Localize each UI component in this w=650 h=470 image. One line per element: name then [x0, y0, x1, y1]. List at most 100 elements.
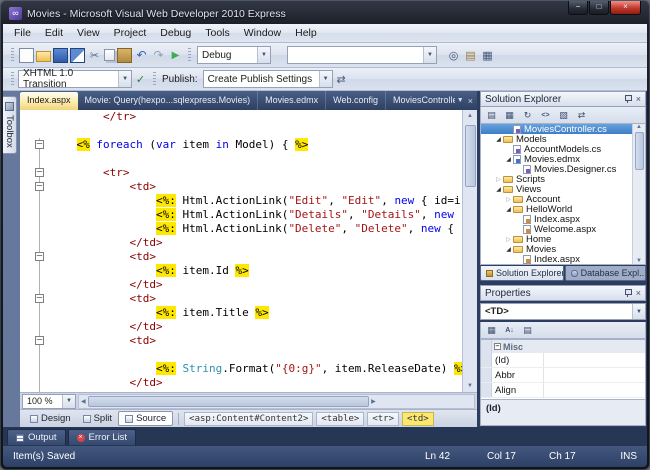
- show-all-files-icon[interactable]: [501, 108, 518, 122]
- refresh-icon[interactable]: [519, 108, 536, 122]
- code-line[interactable]: – <td>: [20, 250, 462, 264]
- solution-explorer-tool-icon[interactable]: [463, 48, 478, 63]
- property-row-id[interactable]: (Id): [481, 353, 645, 368]
- start-debugging-icon[interactable]: [168, 48, 183, 63]
- panel-tab-database-expl[interactable]: Database Expl...: [565, 266, 646, 281]
- tree-vertical-scrollbar[interactable]: ▲ ▼: [632, 124, 645, 264]
- close-icon[interactable]: ×: [636, 94, 641, 104]
- tree-item-account[interactable]: ▷Account: [481, 194, 632, 204]
- collapse-region-icon[interactable]: –: [35, 336, 44, 345]
- design-view-button[interactable]: Design: [24, 411, 77, 426]
- menu-item-file[interactable]: File: [7, 25, 38, 41]
- panel-tab-output[interactable]: Output: [7, 429, 66, 445]
- chevron-down-icon[interactable]: ▼: [319, 71, 332, 87]
- toolbar-search-combobox[interactable]: ▼: [287, 46, 437, 64]
- expand-arrow-icon[interactable]: ▷: [504, 196, 513, 203]
- collapse-region-icon[interactable]: –: [35, 182, 44, 191]
- close-icon[interactable]: ×: [636, 288, 641, 298]
- collapse-region-icon[interactable]: –: [35, 294, 44, 303]
- editor-horizontal-scrollbar[interactable]: ◀ ▶: [78, 394, 475, 409]
- property-row-abbr[interactable]: Abbr: [481, 368, 645, 383]
- property-category[interactable]: –Misc: [481, 340, 645, 353]
- target-schema-combobox[interactable]: XHTML 1.0 Transition ▼: [18, 70, 132, 88]
- minimize-button[interactable]: −: [568, 1, 588, 15]
- copy-icon[interactable]: [104, 49, 115, 61]
- code-line[interactable]: [20, 152, 462, 166]
- code-line[interactable]: – <% foreach (var item in Model) { %>: [20, 138, 462, 152]
- collapse-region-icon[interactable]: –: [35, 168, 44, 177]
- menu-item-window[interactable]: Window: [237, 25, 288, 41]
- code-line[interactable]: <%: String.Format("{0:g}", item.ReleaseD…: [20, 362, 462, 376]
- code-line[interactable]: </td>: [20, 376, 462, 390]
- property-row-align[interactable]: Align: [481, 383, 645, 398]
- code-line[interactable]: <%: item.Id %>: [20, 264, 462, 278]
- cut-icon[interactable]: [87, 48, 102, 63]
- source-view-button[interactable]: Source: [118, 411, 173, 426]
- document-tab-index-aspx[interactable]: Index.aspx: [20, 92, 78, 110]
- chevron-down-icon[interactable]: ▼: [423, 47, 436, 63]
- toolbar-grip-icon[interactable]: [11, 48, 14, 62]
- code-line[interactable]: – <td>: [20, 180, 462, 194]
- property-value[interactable]: [544, 353, 645, 367]
- alphabetical-icon[interactable]: [501, 323, 518, 337]
- chevron-down-icon[interactable]: ▼: [257, 47, 270, 63]
- code-line[interactable]: – <tr>: [20, 166, 462, 180]
- check-style-icon[interactable]: [133, 72, 148, 87]
- zoom-combobox[interactable]: 100 % ▼: [22, 394, 76, 409]
- collapse-arrow-icon[interactable]: ◢: [504, 206, 513, 213]
- scroll-down-icon[interactable]: ▼: [467, 380, 473, 392]
- code-line[interactable]: <%: Html.ActionLink("Details", "Details"…: [20, 208, 462, 222]
- toolbar-grip-icon[interactable]: [188, 48, 191, 62]
- tree-item-helloworld[interactable]: ◢HelloWorld: [481, 204, 632, 214]
- code-line[interactable]: – <td>: [20, 334, 462, 348]
- scroll-down-icon[interactable]: ▼: [636, 258, 642, 264]
- collapse-category-icon[interactable]: –: [494, 343, 501, 350]
- panel-tab-solution-explorer[interactable]: Solution Explorer: [480, 266, 564, 281]
- categorized-icon[interactable]: [483, 323, 500, 337]
- code-line[interactable]: – <td>: [20, 292, 462, 306]
- scrollbar-thumb[interactable]: [88, 396, 370, 407]
- collapse-region-icon[interactable]: –: [35, 140, 44, 149]
- chevron-down-icon[interactable]: ▼: [62, 395, 75, 408]
- tree-item-welcome-aspx[interactable]: Welcome.aspx: [481, 224, 632, 234]
- new-web-site-icon[interactable]: [19, 48, 34, 63]
- menu-item-project[interactable]: Project: [107, 25, 154, 41]
- pin-icon[interactable]: [624, 288, 632, 298]
- code-line[interactable]: </td>: [20, 278, 462, 292]
- breadcrumb-tag[interactable]: <tr>: [367, 412, 399, 426]
- properties-tool-icon[interactable]: [480, 48, 495, 63]
- code-line[interactable]: <%: Html.ActionLink("Delete", "Delete", …: [20, 222, 462, 236]
- tree-item-movies-edmx[interactable]: ◢Movies.edmx: [481, 154, 632, 164]
- property-pages-icon[interactable]: [519, 323, 536, 337]
- code-line[interactable]: </td>: [20, 320, 462, 334]
- pin-icon[interactable]: [624, 94, 632, 104]
- breadcrumb-tag[interactable]: <table>: [316, 412, 364, 426]
- tree-item-models[interactable]: ◢Models: [481, 134, 632, 144]
- code-line[interactable]: </td>: [20, 236, 462, 250]
- copy-web-site-icon[interactable]: [573, 108, 590, 122]
- collapse-region-icon[interactable]: –: [35, 252, 44, 261]
- tree-item-movies-designer-cs[interactable]: Movies.Designer.cs: [481, 164, 632, 174]
- property-value[interactable]: [544, 368, 645, 382]
- redo-icon[interactable]: [151, 48, 166, 63]
- expand-arrow-icon[interactable]: ▷: [494, 176, 503, 183]
- toolbar-grip-icon[interactable]: [11, 72, 14, 86]
- close-document-icon[interactable]: ×: [468, 96, 473, 106]
- editor-vertical-scrollbar[interactable]: ▲ ▼: [462, 110, 477, 392]
- scroll-up-icon[interactable]: ▲: [636, 124, 642, 130]
- tree-item-home[interactable]: ▷Home: [481, 234, 632, 244]
- scroll-right-icon[interactable]: ▶: [371, 398, 376, 405]
- collapse-arrow-icon[interactable]: ◢: [504, 246, 513, 253]
- scrollbar-thumb[interactable]: [635, 132, 644, 170]
- active-files-dropdown-icon[interactable]: ▼: [457, 97, 464, 104]
- menu-item-debug[interactable]: Debug: [153, 25, 198, 41]
- collapse-arrow-icon[interactable]: ◢: [494, 136, 503, 143]
- solution-explorer-titlebar[interactable]: Solution Explorer ×: [480, 91, 646, 107]
- undo-icon[interactable]: [134, 48, 149, 63]
- properties-titlebar[interactable]: Properties ×: [480, 285, 646, 301]
- tree-item-moviescontroller-cs[interactable]: MoviesController.cs: [481, 124, 632, 134]
- split-view-button[interactable]: Split: [77, 411, 118, 426]
- code-line[interactable]: [20, 124, 462, 138]
- tree-item-scripts[interactable]: ▷Scripts: [481, 174, 632, 184]
- tree-item-index-aspx[interactable]: Index.aspx: [481, 254, 632, 264]
